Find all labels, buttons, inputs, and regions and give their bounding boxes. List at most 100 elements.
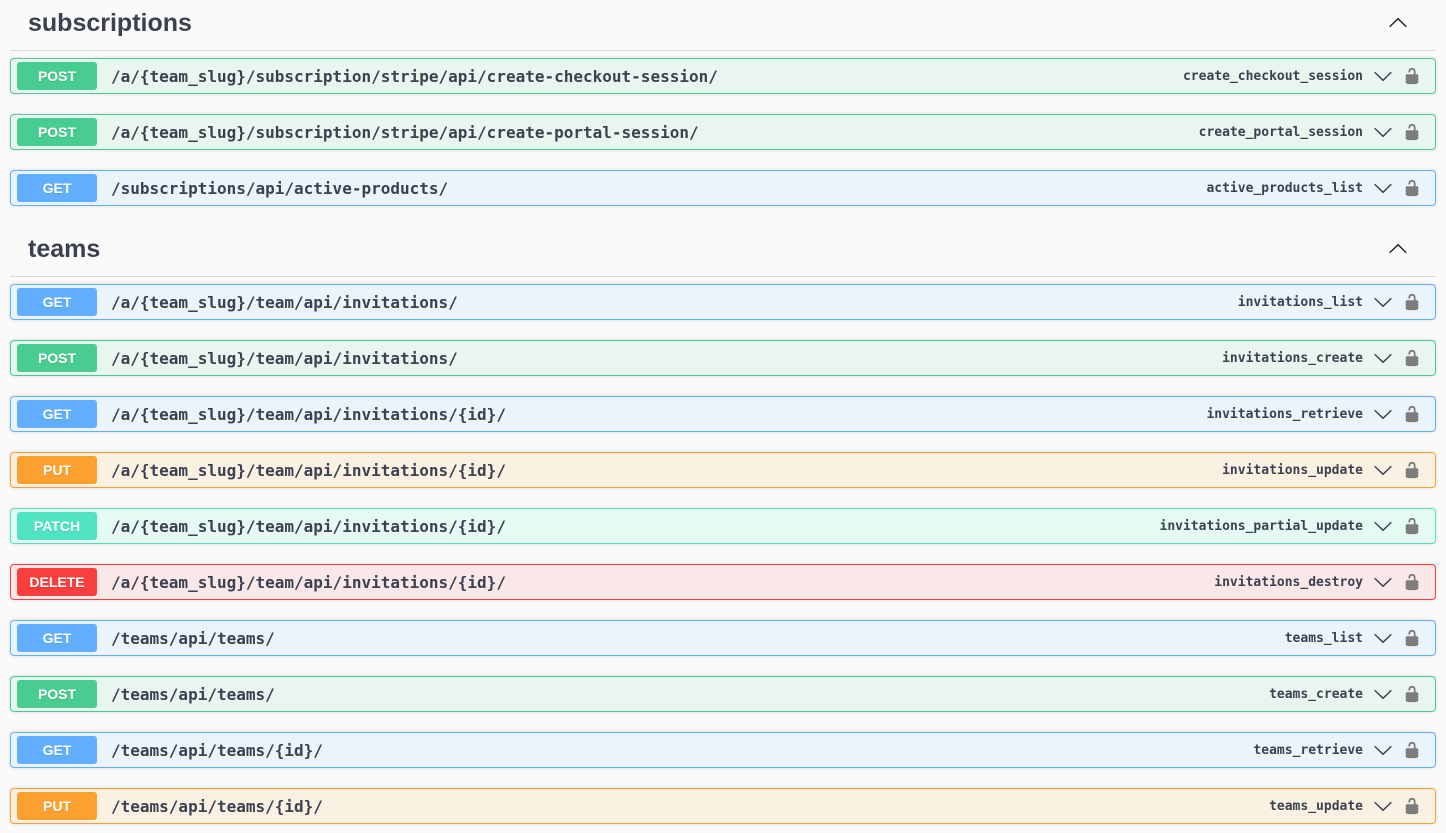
authorize-button[interactable] bbox=[1403, 517, 1421, 535]
method-badge: POST bbox=[17, 344, 97, 372]
expand-operation-button[interactable] bbox=[1373, 572, 1393, 592]
operation-id: invitations_retrieve bbox=[1206, 407, 1363, 422]
opblock-invitations_destroy[interactable]: DELETE /a/{team_slug}/team/api/invitatio… bbox=[10, 564, 1436, 600]
operation-id: invitations_partial_update bbox=[1160, 519, 1364, 534]
tag-header[interactable]: teams bbox=[10, 226, 1436, 277]
method-badge: GET bbox=[17, 174, 97, 202]
operation-id: invitations_update bbox=[1222, 463, 1363, 478]
chevron-down-icon bbox=[1373, 292, 1393, 312]
method-badge: GET bbox=[17, 624, 97, 652]
opblock-invitations_list[interactable]: GET /a/{team_slug}/team/api/invitations/… bbox=[10, 284, 1436, 320]
chevron-down-icon bbox=[1373, 796, 1393, 816]
expand-operation-button[interactable] bbox=[1373, 796, 1393, 816]
chevron-down-icon bbox=[1373, 122, 1393, 142]
operations-list: POST /a/{team_slug}/subscription/stripe/… bbox=[10, 51, 1436, 206]
opblock-create_portal_session[interactable]: POST /a/{team_slug}/subscription/stripe/… bbox=[10, 114, 1436, 150]
operation-id: active_products_list bbox=[1206, 181, 1363, 196]
unlock-icon bbox=[1403, 67, 1421, 85]
authorize-button[interactable] bbox=[1403, 629, 1421, 647]
opblock-active_products_list[interactable]: GET /subscriptions/api/active-products/ … bbox=[10, 170, 1436, 206]
chevron-up-icon bbox=[1388, 239, 1408, 259]
authorize-button[interactable] bbox=[1403, 293, 1421, 311]
authorize-button[interactable] bbox=[1403, 349, 1421, 367]
operation-id: invitations_create bbox=[1222, 351, 1363, 366]
authorize-button[interactable] bbox=[1403, 573, 1421, 591]
chevron-down-icon bbox=[1373, 628, 1393, 648]
unlock-icon bbox=[1403, 685, 1421, 703]
operation-path: /teams/api/teams/{id}/ bbox=[111, 741, 1253, 760]
operation-path: /a/{team_slug}/team/api/invitations/{id}… bbox=[111, 405, 1206, 424]
method-badge: PUT bbox=[17, 456, 97, 484]
operation-path: /a/{team_slug}/subscription/stripe/api/c… bbox=[111, 123, 1199, 142]
expand-operation-button[interactable] bbox=[1373, 348, 1393, 368]
operation-path: /teams/api/teams/ bbox=[111, 685, 1269, 704]
authorize-button[interactable] bbox=[1403, 461, 1421, 479]
expand-operation-button[interactable] bbox=[1373, 628, 1393, 648]
expand-operation-button[interactable] bbox=[1373, 404, 1393, 424]
operations-list: GET /a/{team_slug}/team/api/invitations/… bbox=[10, 277, 1436, 824]
opblock-create_checkout_session[interactable]: POST /a/{team_slug}/subscription/stripe/… bbox=[10, 58, 1436, 94]
chevron-down-icon bbox=[1373, 404, 1393, 424]
authorize-button[interactable] bbox=[1403, 123, 1421, 141]
expand-operation-button[interactable] bbox=[1373, 740, 1393, 760]
chevron-down-icon bbox=[1373, 684, 1393, 704]
operation-id: teams_update bbox=[1269, 799, 1363, 814]
chevron-down-icon bbox=[1373, 348, 1393, 368]
expand-operation-button[interactable] bbox=[1373, 684, 1393, 704]
method-badge: PATCH bbox=[17, 512, 97, 540]
method-badge: GET bbox=[17, 736, 97, 764]
operation-id: invitations_destroy bbox=[1214, 575, 1363, 590]
section-subscriptions: subscriptions POST /a/{team_slug}/subscr… bbox=[10, 0, 1436, 206]
operation-path: /a/{team_slug}/team/api/invitations/ bbox=[111, 293, 1238, 312]
section-teams: teams GET /a/{team_slug}/team/api/invita… bbox=[10, 226, 1436, 824]
expand-operation-button[interactable] bbox=[1373, 460, 1393, 480]
authorize-button[interactable] bbox=[1403, 797, 1421, 815]
opblock-teams_update[interactable]: PUT /teams/api/teams/{id}/ teams_update bbox=[10, 788, 1436, 824]
operation-path: /subscriptions/api/active-products/ bbox=[111, 179, 1206, 198]
unlock-icon bbox=[1403, 123, 1421, 141]
opblock-invitations_retrieve[interactable]: GET /a/{team_slug}/team/api/invitations/… bbox=[10, 396, 1436, 432]
authorize-button[interactable] bbox=[1403, 67, 1421, 85]
unlock-icon bbox=[1403, 573, 1421, 591]
opblock-teams_list[interactable]: GET /teams/api/teams/ teams_list bbox=[10, 620, 1436, 656]
opblock-invitations_create[interactable]: POST /a/{team_slug}/team/api/invitations… bbox=[10, 340, 1436, 376]
operation-path: /teams/api/teams/{id}/ bbox=[111, 797, 1269, 816]
expand-operation-button[interactable] bbox=[1373, 66, 1393, 86]
authorize-button[interactable] bbox=[1403, 405, 1421, 423]
chevron-down-icon bbox=[1373, 740, 1393, 760]
collapse-section-button[interactable] bbox=[1388, 13, 1408, 33]
chevron-down-icon bbox=[1373, 572, 1393, 592]
authorize-button[interactable] bbox=[1403, 685, 1421, 703]
method-badge: DELETE bbox=[17, 568, 97, 596]
unlock-icon bbox=[1403, 293, 1421, 311]
section-title: subscriptions bbox=[28, 8, 192, 38]
section-title: teams bbox=[28, 234, 100, 264]
collapse-section-button[interactable] bbox=[1388, 239, 1408, 259]
opblock-teams_retrieve[interactable]: GET /teams/api/teams/{id}/ teams_retriev… bbox=[10, 732, 1436, 768]
unlock-icon bbox=[1403, 461, 1421, 479]
api-sections: subscriptions POST /a/{team_slug}/subscr… bbox=[0, 0, 1446, 824]
operation-id: teams_retrieve bbox=[1253, 743, 1363, 758]
unlock-icon bbox=[1403, 741, 1421, 759]
expand-operation-button[interactable] bbox=[1373, 178, 1393, 198]
opblock-invitations_update[interactable]: PUT /a/{team_slug}/team/api/invitations/… bbox=[10, 452, 1436, 488]
tag-header[interactable]: subscriptions bbox=[10, 0, 1436, 51]
expand-operation-button[interactable] bbox=[1373, 122, 1393, 142]
expand-operation-button[interactable] bbox=[1373, 292, 1393, 312]
authorize-button[interactable] bbox=[1403, 741, 1421, 759]
unlock-icon bbox=[1403, 629, 1421, 647]
chevron-down-icon bbox=[1373, 516, 1393, 536]
chevron-down-icon bbox=[1373, 66, 1393, 86]
authorize-button[interactable] bbox=[1403, 179, 1421, 197]
expand-operation-button[interactable] bbox=[1373, 516, 1393, 536]
operation-id: invitations_list bbox=[1238, 295, 1363, 310]
opblock-invitations_partial_update[interactable]: PATCH /a/{team_slug}/team/api/invitation… bbox=[10, 508, 1436, 544]
method-badge: GET bbox=[17, 288, 97, 316]
operation-path: /a/{team_slug}/subscription/stripe/api/c… bbox=[111, 67, 1183, 86]
operation-path: /a/{team_slug}/team/api/invitations/{id}… bbox=[111, 461, 1222, 480]
operation-path: /a/{team_slug}/team/api/invitations/ bbox=[111, 349, 1222, 368]
method-badge: GET bbox=[17, 400, 97, 428]
opblock-teams_create[interactable]: POST /teams/api/teams/ teams_create bbox=[10, 676, 1436, 712]
operation-id: create_checkout_session bbox=[1183, 69, 1363, 84]
operation-id: create_portal_session bbox=[1199, 125, 1363, 140]
